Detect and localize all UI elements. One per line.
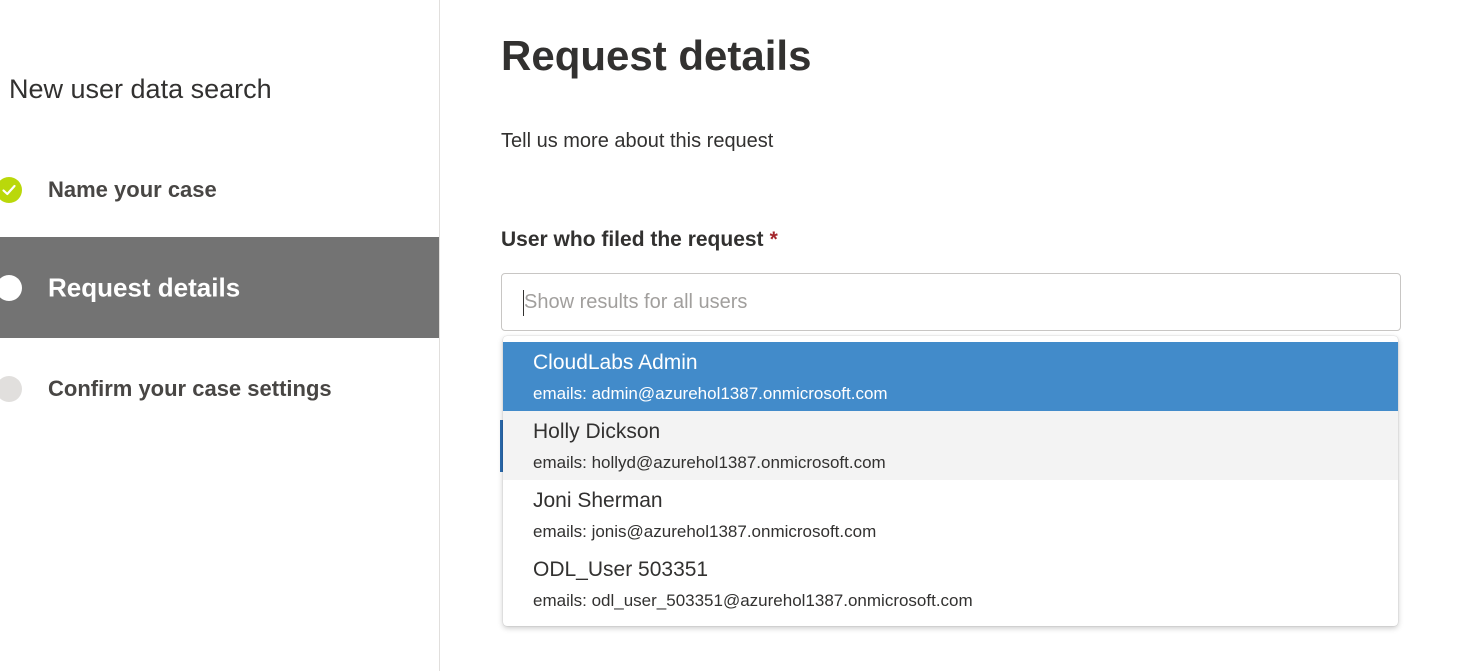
wizard-sidebar: New user data search Name your case Requ… [0,0,440,671]
step-request-details[interactable]: Request details [0,237,439,338]
circle-icon [0,274,22,301]
user-option-email: emails: hollyd@azurehol1387.onmicrosoft.… [533,453,886,472]
user-suggestions-dropdown: CloudLabs Admin emails: admin@azurehol13… [503,336,1398,626]
circle-icon [0,376,22,402]
step-label: Confirm your case settings [48,376,332,401]
required-marker: * [769,228,778,251]
step-confirm-case-settings[interactable]: Confirm your case settings [0,359,439,419]
user-option[interactable]: Joni Sherman emails: jonis@azurehol1387.… [503,480,1398,549]
user-option-selected[interactable]: CloudLabs Admin emails: admin@azurehol13… [503,342,1398,411]
user-option-email: emails: jonis@azurehol1387.onmicrosoft.c… [533,522,877,541]
user-option-name: CloudLabs Admin [533,351,698,374]
user-option-email: emails: admin@azurehol1387.onmicrosoft.c… [533,384,888,403]
search-placeholder: Show results for all users [524,291,748,313]
page-description: Tell us more about this request [501,130,774,152]
field-label: User who filed the request * [501,228,778,252]
user-option-name: Holly Dickson [533,420,661,443]
page: New user data search Name your case Requ… [0,0,1478,671]
step-label: Name your case [48,177,217,202]
user-option-name: Joni Sherman [533,489,663,512]
check-circle-icon [0,177,22,203]
user-option-hovered[interactable]: Holly Dickson emails: hollyd@azurehol138… [503,411,1398,480]
wizard-title: New user data search [9,74,272,104]
field-label-text: User who filed the request [501,228,764,251]
user-option-email: emails: odl_user_503351@azurehol1387.onm… [533,591,973,610]
user-option-name: ODL_User 503351 [533,558,709,581]
page-title: Request details [501,32,812,79]
step-label: Request details [48,272,241,302]
user-option[interactable]: ODL_User 503351 emails: odl_user_503351@… [503,549,1398,618]
checkmark-icon [2,184,16,196]
user-search-input[interactable]: Show results for all users [501,273,1401,331]
step-name-your-case[interactable]: Name your case [0,160,439,220]
